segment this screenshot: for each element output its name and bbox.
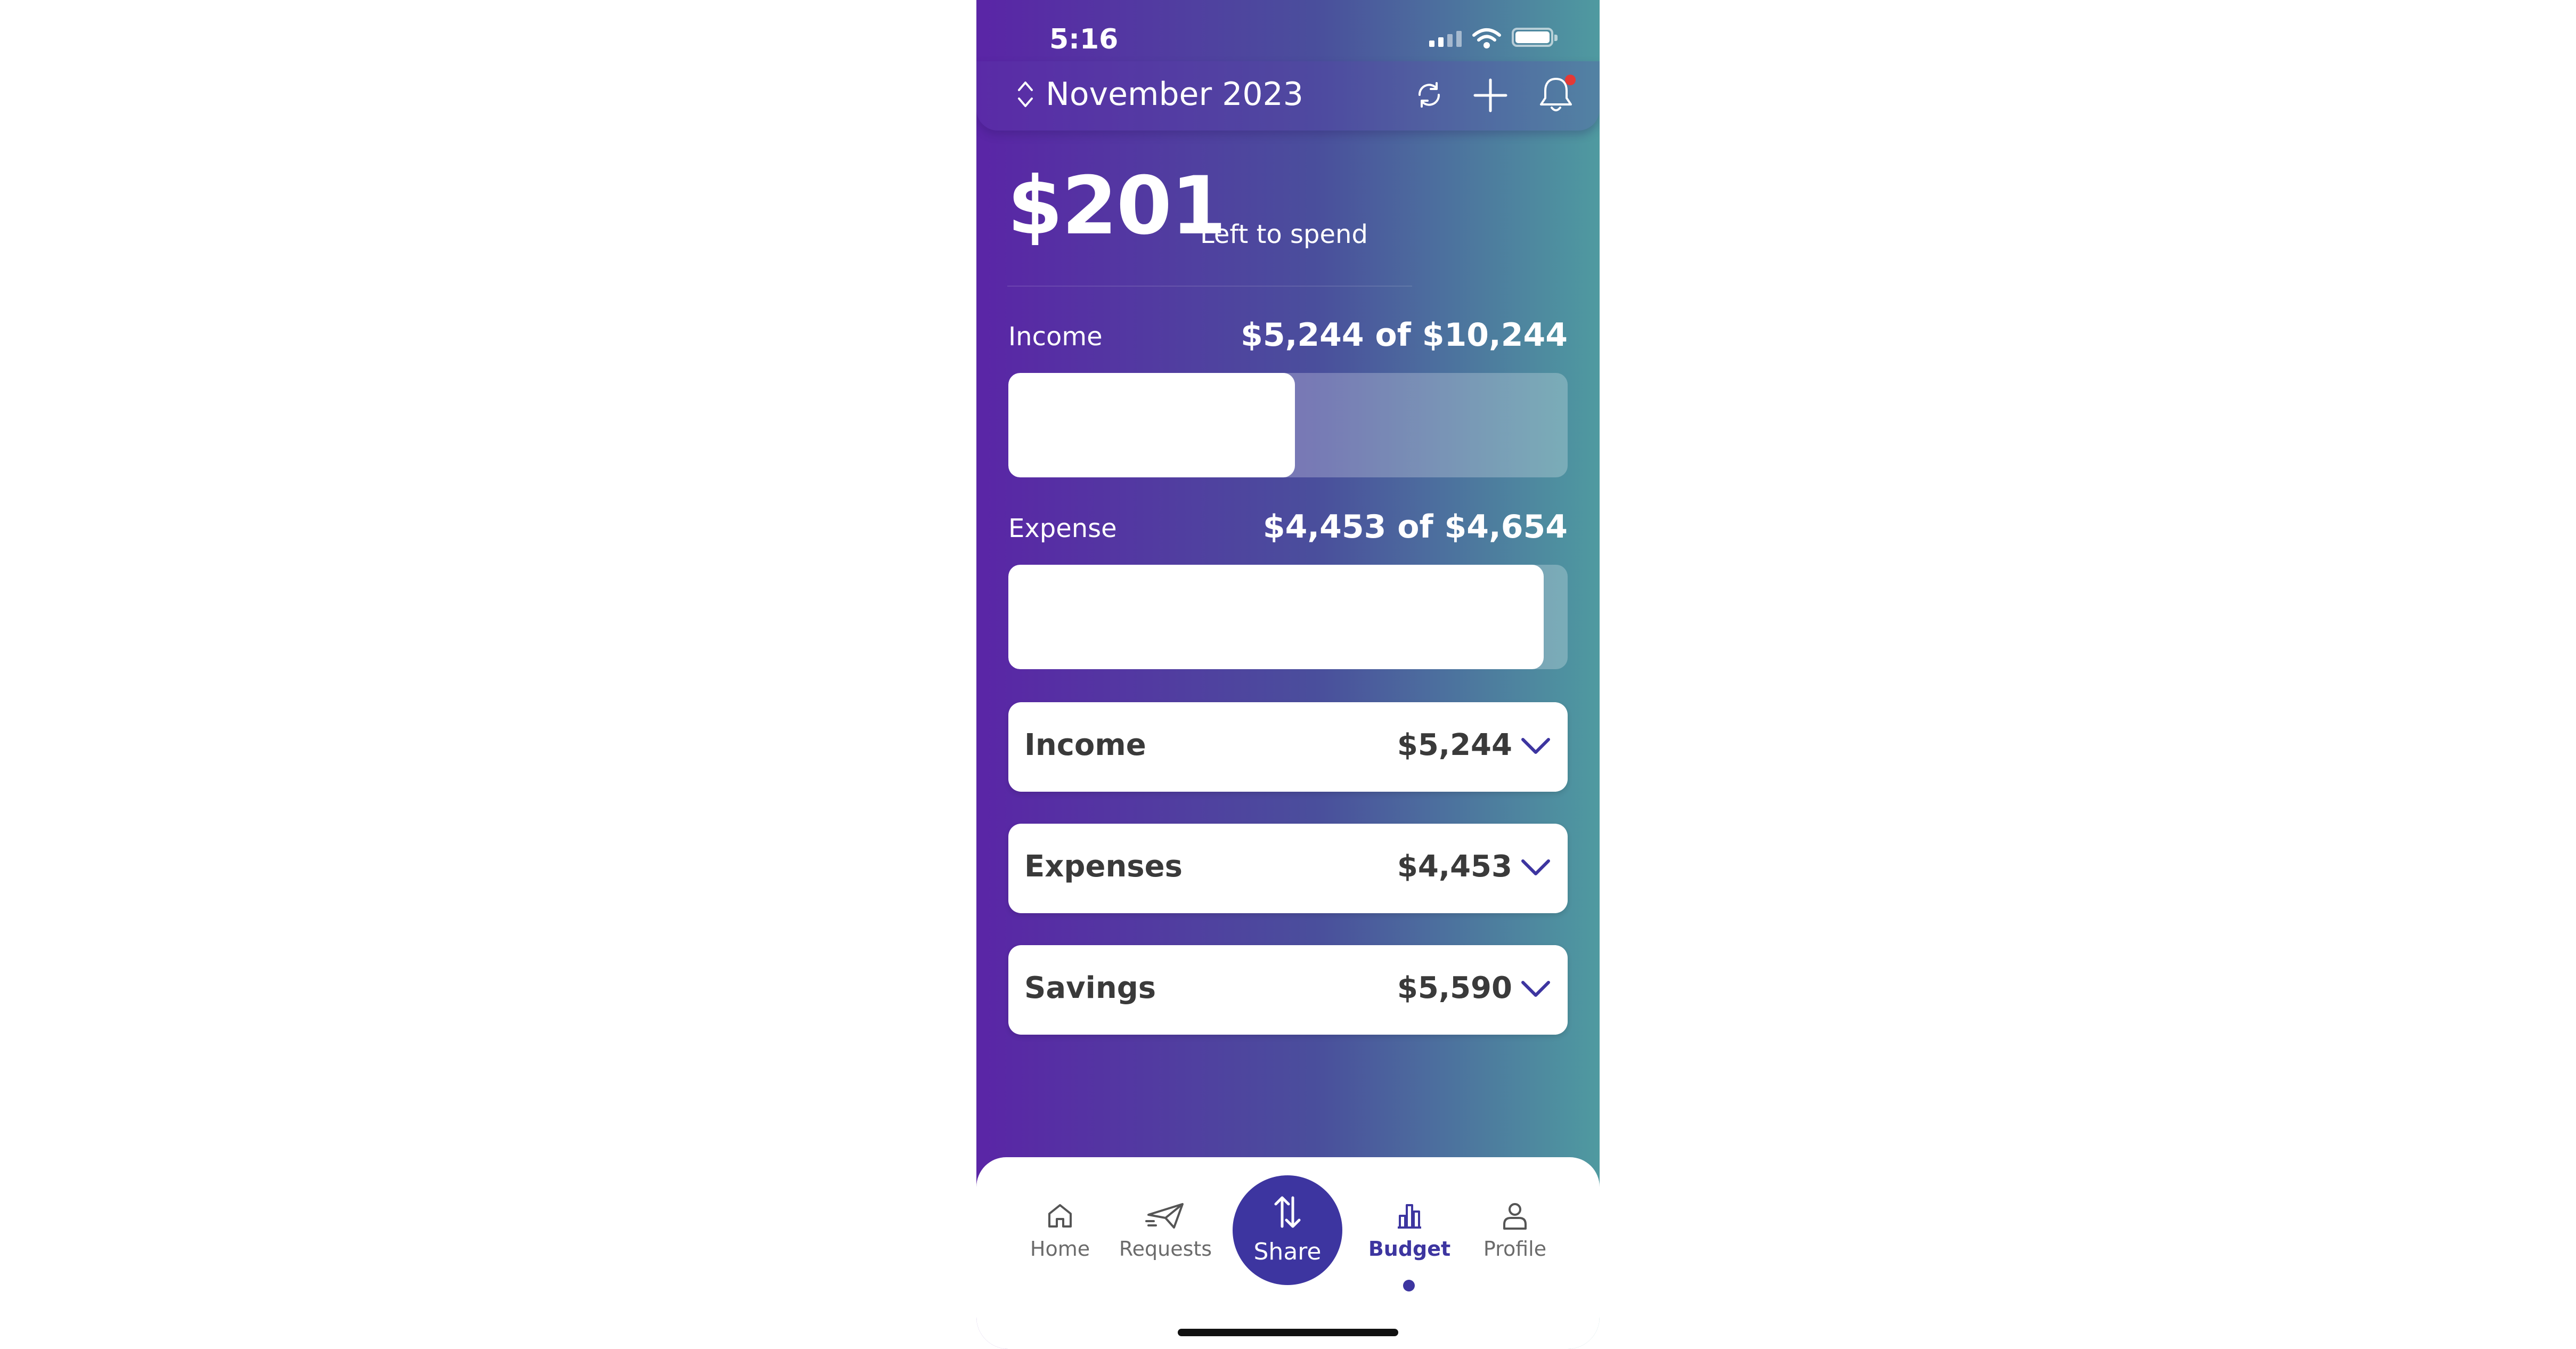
left-to-spend-amount: $201 <box>1007 160 1226 253</box>
divider <box>1007 286 1412 287</box>
wifi-icon <box>1472 28 1501 48</box>
income-category-card[interactable]: Income $5,244 <box>1008 702 1568 792</box>
nav-requests[interactable]: Requests <box>1112 1200 1219 1261</box>
expense-progress-label: Expense <box>1008 514 1117 543</box>
notification-dot <box>1565 75 1576 85</box>
cellular-signal-icon <box>1429 31 1462 47</box>
expenses-category-card[interactable]: Expenses $4,453 <box>1008 824 1568 913</box>
expense-progress-fill <box>1008 565 1544 669</box>
phone-screen: 5:16 November 2023 $201 Left to spend In… <box>976 0 1600 1349</box>
home-indicator <box>1178 1329 1398 1336</box>
share-button[interactable]: Share <box>1233 1175 1342 1285</box>
expense-progress-bar <box>1008 565 1568 669</box>
nav-label: Budget <box>1368 1237 1451 1261</box>
chevron-down-icon[interactable] <box>1520 857 1552 878</box>
active-indicator-dot <box>1403 1280 1415 1291</box>
bar-chart-icon <box>1398 1204 1421 1229</box>
nav-budget[interactable]: Budget <box>1356 1200 1463 1291</box>
battery-icon <box>1512 28 1558 47</box>
card-amount: $4,453 <box>1397 849 1512 884</box>
sort-chevrons-icon[interactable] <box>1016 77 1034 111</box>
income-progress-label: Income <box>1008 322 1103 352</box>
nav-profile[interactable]: Profile <box>1462 1200 1568 1261</box>
card-title: Savings <box>1024 971 1156 1005</box>
sync-icon[interactable] <box>1413 79 1445 111</box>
plus-icon[interactable] <box>1472 77 1509 114</box>
card-amount: $5,590 <box>1397 971 1512 1005</box>
nav-label: Home <box>1030 1237 1090 1261</box>
chevron-down-icon[interactable] <box>1520 978 1552 999</box>
chevron-down-icon[interactable] <box>1520 735 1552 757</box>
income-progress-bar <box>1008 373 1568 477</box>
card-title: Income <box>1024 728 1146 762</box>
nav-label: Profile <box>1483 1237 1547 1261</box>
nav-home[interactable]: Home <box>1007 1200 1113 1261</box>
income-progress-value: $5,244 of $10,244 <box>1241 316 1568 354</box>
transfer-arrows-icon <box>1274 1196 1301 1228</box>
left-to-spend-label: Left to spend <box>1200 220 1368 249</box>
status-time: 5:16 <box>1049 23 1119 55</box>
bottom-nav: Home Requests Share Budget Profile <box>976 1157 1600 1349</box>
income-progress-fill <box>1008 373 1295 477</box>
savings-category-card[interactable]: Savings $5,590 <box>1008 945 1568 1035</box>
month-selector[interactable]: November 2023 <box>1046 76 1303 113</box>
card-amount: $5,244 <box>1397 728 1512 762</box>
send-icon <box>1145 1203 1184 1229</box>
person-icon <box>1503 1203 1527 1230</box>
home-icon <box>1048 1204 1072 1228</box>
nav-label: Requests <box>1119 1237 1212 1261</box>
card-title: Expenses <box>1024 849 1183 884</box>
share-label: Share <box>1253 1238 1322 1265</box>
expense-progress-value: $4,453 of $4,654 <box>1262 508 1568 546</box>
